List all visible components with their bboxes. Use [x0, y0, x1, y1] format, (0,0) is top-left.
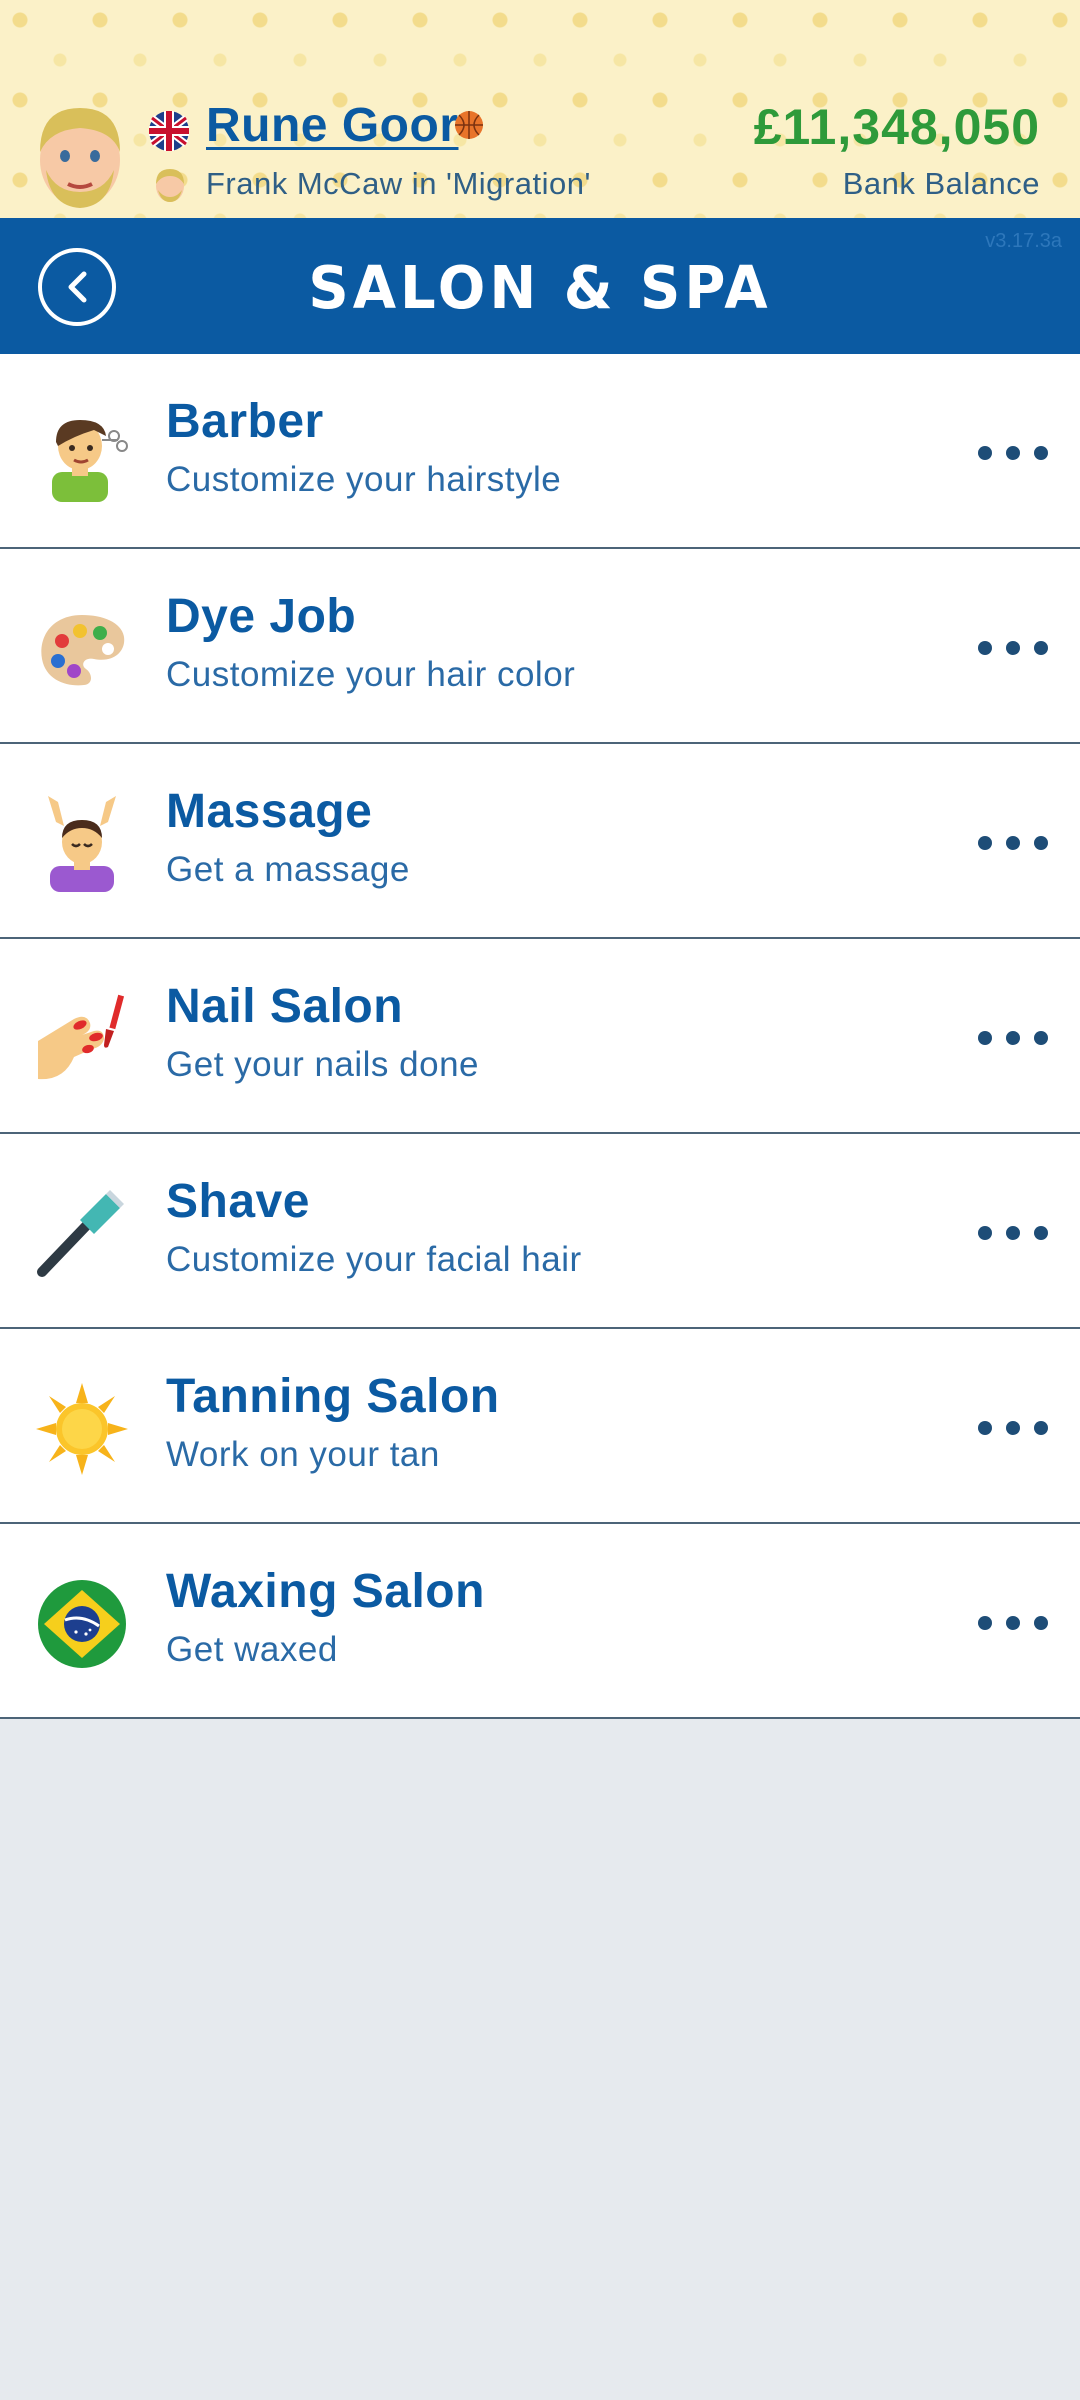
- player-avatar-icon[interactable]: [30, 100, 130, 212]
- palette-icon: [41, 615, 125, 686]
- item-description: Get your nails done: [166, 1045, 480, 1084]
- page-title: SALON & SPA: [308, 254, 772, 323]
- bank-balance-label: Bank Balance: [842, 166, 1040, 201]
- list-item-massage[interactable]: Massage Get a massage: [0, 744, 1080, 939]
- razor-icon: [37, 1190, 124, 1277]
- uk-flag-icon: [149, 111, 189, 151]
- item-title: Tanning Salon: [166, 1370, 500, 1423]
- title-bar: SALON & SPA v3.17.3a: [0, 218, 1080, 354]
- list-item-barber[interactable]: Barber Customize your hairstyle: [0, 354, 1080, 549]
- profile-header: Rune Goor Frank McCaw in 'Migration' £11…: [0, 0, 1080, 218]
- list-item-nail-salon[interactable]: Nail Salon Get your nails done: [0, 939, 1080, 1134]
- massage-icon: [48, 796, 116, 892]
- list-item-tanning-salon[interactable]: Tanning Salon Work on your tan: [0, 1329, 1080, 1524]
- item-title: Nail Salon: [166, 980, 404, 1033]
- version-label: v3.17.3a: [985, 230, 1062, 252]
- list-item-waxing-salon[interactable]: Waxing Salon Get waxed: [0, 1524, 1080, 1719]
- brazil-flag-icon: [38, 1580, 126, 1668]
- player-name-link[interactable]: Rune Goor: [206, 98, 459, 153]
- nail-polish-icon: [38, 994, 125, 1080]
- more-options-icon[interactable]: [978, 434, 1048, 470]
- item-description: Get waxed: [166, 1630, 338, 1669]
- item-description: Customize your facial hair: [166, 1240, 582, 1279]
- item-title: Dye Job: [166, 590, 357, 643]
- more-options-icon[interactable]: [978, 824, 1048, 860]
- sun-icon: [36, 1383, 128, 1475]
- item-description: Work on your tan: [166, 1435, 440, 1474]
- item-description: Customize your hairstyle: [166, 460, 562, 499]
- item-title: Shave: [166, 1175, 310, 1228]
- bank-balance-value: £11,348,050: [753, 99, 1040, 155]
- salon-options-list: Barber Customize your hairstyle Dye Job …: [0, 354, 1080, 1719]
- basketball-icon: [455, 111, 483, 139]
- list-item-shave[interactable]: Shave Customize your facial hair: [0, 1134, 1080, 1329]
- more-options-icon[interactable]: [978, 1409, 1048, 1445]
- item-title: Barber: [166, 395, 324, 448]
- more-options-icon[interactable]: [978, 1214, 1048, 1250]
- more-options-icon[interactable]: [978, 629, 1048, 665]
- current-role-text: Frank McCaw in 'Migration': [206, 166, 591, 201]
- character-avatar-icon: [156, 169, 184, 202]
- item-title: Massage: [166, 785, 373, 838]
- barber-icon: [52, 420, 128, 502]
- more-options-icon[interactable]: [978, 1019, 1048, 1055]
- more-options-icon[interactable]: [978, 1604, 1048, 1640]
- item-title: Waxing Salon: [166, 1565, 485, 1618]
- item-description: Customize your hair color: [166, 655, 576, 694]
- item-description: Get a massage: [166, 850, 410, 889]
- list-item-dye-job[interactable]: Dye Job Customize your hair color: [0, 549, 1080, 744]
